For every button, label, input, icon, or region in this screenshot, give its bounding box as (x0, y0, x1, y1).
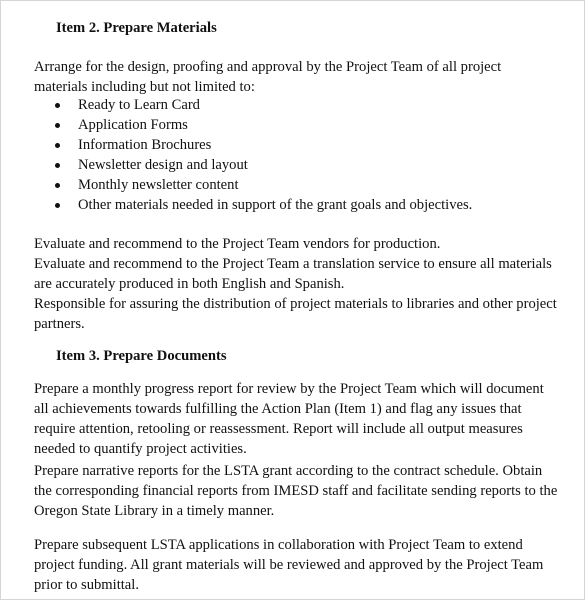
progress-report-paragraph: Prepare a monthly progress report for re… (34, 379, 579, 459)
text-line: Oregon State Library in a timely manner. (34, 503, 275, 519)
lsta-applications-paragraph: Prepare subsequent LSTA applications in … (34, 535, 579, 595)
text-line: are accurately produced in both English … (34, 276, 345, 292)
text-line: Arrange for the design, proofing and app… (34, 59, 502, 75)
text-line: Evaluate and recommend to the Project Te… (34, 236, 441, 252)
text-line: needed to quantify project activities. (34, 441, 247, 457)
text-line: all achievements towards fulfilling the … (34, 401, 522, 417)
list-item-text: Ready to Learn Card (78, 97, 200, 113)
list-item-text: Newsletter design and layout (78, 157, 248, 173)
list-item-text: Information Brochures (78, 137, 212, 153)
text-line: project funding. All grant materials wil… (34, 557, 544, 573)
bullet-icon (55, 143, 60, 148)
list-item: Newsletter design and layout (34, 155, 472, 175)
section-heading-item-2: Item 2. Prepare Materials (56, 20, 217, 36)
materials-bullet-list: Ready to Learn Card Application Forms In… (34, 95, 472, 215)
bullet-icon (55, 123, 60, 128)
list-item-text: Application Forms (78, 117, 188, 133)
text-line: partners. (34, 316, 85, 332)
text-line: Responsible for assuring the distributio… (34, 296, 557, 312)
text-line: Prepare narrative reports for the LSTA g… (34, 463, 543, 479)
text-line: prior to submittal. (34, 577, 139, 593)
list-item: Other materials needed in support of the… (34, 195, 472, 215)
bullet-icon (55, 163, 60, 168)
bullet-icon (55, 103, 60, 108)
vendor-paragraph: Evaluate and recommend to the Project Te… (34, 234, 579, 334)
bullet-icon (55, 183, 60, 188)
narrative-reports-paragraph: Prepare narrative reports for the LSTA g… (34, 461, 579, 521)
text-line: Prepare a monthly progress report for re… (34, 381, 544, 397)
list-item-text: Other materials needed in support of the… (78, 197, 473, 213)
text-line: the corresponding financial reports from… (34, 483, 558, 499)
text-line: require attention, retooling or reassess… (34, 421, 523, 437)
list-item: Ready to Learn Card (34, 95, 472, 115)
text-line: Evaluate and recommend to the Project Te… (34, 256, 552, 272)
section-heading-item-3: Item 3. Prepare Documents (56, 348, 227, 364)
list-item-text: Monthly newsletter content (78, 177, 239, 193)
text-line: materials including but not limited to: (34, 79, 255, 95)
bullet-icon (55, 203, 60, 208)
intro-paragraph: Arrange for the design, proofing and app… (34, 57, 579, 97)
list-item: Information Brochures (34, 135, 472, 155)
text-line: Prepare subsequent LSTA applications in … (34, 537, 523, 553)
list-item: Application Forms (34, 115, 472, 135)
list-item: Monthly newsletter content (34, 175, 472, 195)
document-page: Item 2. Prepare Materials Arrange for th… (0, 0, 585, 600)
